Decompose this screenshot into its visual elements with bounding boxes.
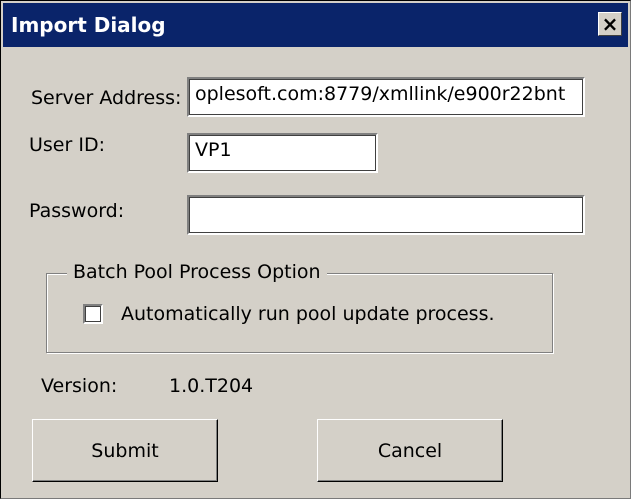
password-field[interactable] bbox=[187, 195, 585, 235]
auto-run-checkbox[interactable] bbox=[83, 304, 103, 324]
user-id-input[interactable] bbox=[195, 139, 370, 161]
user-id-field[interactable] bbox=[187, 133, 378, 173]
dialog-title: Import Dialog bbox=[11, 13, 166, 37]
version-label: Version: bbox=[41, 375, 118, 397]
cancel-button[interactable]: Cancel bbox=[317, 419, 503, 482]
submit-button[interactable]: Submit bbox=[32, 419, 218, 482]
server-address-label: Server Address: bbox=[31, 87, 182, 109]
cancel-button-label: Cancel bbox=[377, 439, 443, 462]
server-address-input[interactable] bbox=[195, 83, 577, 105]
submit-button-label: Submit bbox=[91, 439, 159, 462]
server-address-field[interactable] bbox=[187, 77, 585, 117]
batch-pool-legend: Batch Pool Process Option bbox=[67, 261, 327, 283]
version-value: 1.0.T204 bbox=[169, 375, 254, 397]
password-label: Password: bbox=[29, 200, 125, 222]
title-bar[interactable]: Import Dialog × bbox=[3, 3, 628, 47]
auto-run-checkbox-label[interactable]: Automatically run pool update process. bbox=[121, 303, 495, 325]
password-input[interactable] bbox=[195, 201, 577, 223]
close-button[interactable]: × bbox=[598, 12, 622, 36]
import-dialog: Import Dialog × Server Address: User ID:… bbox=[0, 0, 631, 499]
close-icon: × bbox=[601, 12, 619, 36]
user-id-label: User ID: bbox=[29, 134, 105, 156]
